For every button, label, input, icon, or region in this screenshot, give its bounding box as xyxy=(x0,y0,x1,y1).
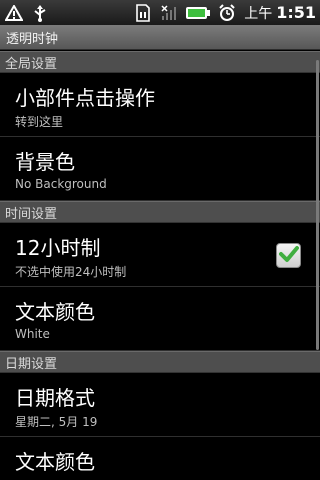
12-hour-checkbox[interactable] xyxy=(276,243,301,268)
pref-title: 日期格式 xyxy=(15,386,95,410)
app-title: 透明时钟 xyxy=(6,31,59,47)
preference-list[interactable]: 全局设置 小部件点击操作 转到这里 背景色 No Background 时间设置… xyxy=(0,51,320,480)
pref-summary: 转到这里 xyxy=(15,115,64,129)
pref-summary: No Background xyxy=(15,177,107,191)
no-signal-icon xyxy=(159,3,179,23)
usb-icon xyxy=(30,3,50,23)
app-title-bar: 透明时钟 xyxy=(0,25,320,50)
section-header-time: 时间设置 xyxy=(0,201,320,223)
alarm-icon xyxy=(217,3,237,23)
pref-title: 文本颜色 xyxy=(15,450,95,474)
section-header-global: 全局设置 xyxy=(0,51,320,73)
section-header-date: 日期设置 xyxy=(0,351,320,373)
pref-summary: White xyxy=(15,327,50,341)
pref-summary: 不选中使用24小时制 xyxy=(15,265,127,279)
battery-icon xyxy=(185,3,211,23)
warning-icon xyxy=(4,3,24,23)
check-icon xyxy=(278,245,299,267)
pref-title: 文本颜色 xyxy=(15,300,95,324)
pref-title: 12小时制 xyxy=(15,236,101,260)
status-ampm: 上午 xyxy=(244,5,273,22)
scrollbar[interactable] xyxy=(316,60,319,350)
pref-time-text-color[interactable]: 文本颜色 White xyxy=(0,287,320,351)
status-clock: 上午 1:51 xyxy=(244,3,316,23)
pref-date-text-color[interactable]: 文本颜色 xyxy=(0,437,320,480)
status-bar: 上午 1:51 xyxy=(0,0,320,25)
status-time: 1:51 xyxy=(276,2,316,22)
pref-widget-click-action[interactable]: 小部件点击操作 转到这里 xyxy=(0,73,320,137)
pref-date-format[interactable]: 日期格式 星期二, 5月 19 xyxy=(0,373,320,437)
pref-summary: 星期二, 5月 19 xyxy=(15,415,98,429)
pref-title: 小部件点击操作 xyxy=(15,86,155,110)
pref-background-color[interactable]: 背景色 No Background xyxy=(0,137,320,201)
pref-title: 背景色 xyxy=(15,150,75,174)
sim-icon xyxy=(133,3,153,23)
pref-12-hour-format[interactable]: 12小时制 不选中使用24小时制 xyxy=(0,223,320,287)
